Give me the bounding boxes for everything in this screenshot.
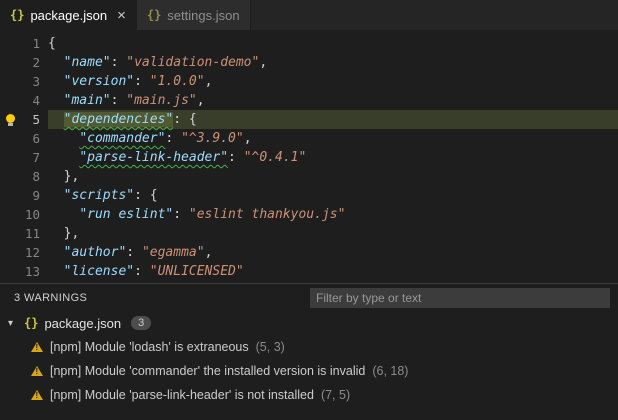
code-line[interactable]: 9 "scripts": { (0, 186, 618, 205)
warning-icon (31, 366, 43, 376)
code-line-text: "scripts": { (63, 188, 158, 203)
code-line-text: "commander": "^3.9.0", (79, 131, 252, 146)
tab-label: settings.json (167, 7, 240, 23)
code-line[interactable]: 8 }, (0, 167, 618, 186)
code-line[interactable]: 1{ (0, 34, 618, 53)
warning-icon (31, 342, 43, 352)
problems-filter-input[interactable] (310, 287, 610, 308)
line-number: 13 (24, 264, 40, 279)
warning-message: [npm] Module 'parse-link-header' is not … (50, 388, 314, 402)
warning-position: (5, 3) (255, 340, 285, 354)
problems-panel: 3 WARNINGS ▾ {} package.json 3 [npm] Mod… (0, 283, 618, 420)
tab-label: package.json (30, 7, 108, 23)
warning-item[interactable]: [npm] Module 'parse-link-header' is not … (0, 383, 618, 407)
code-line-text: }, (48, 169, 80, 184)
close-icon[interactable]: × (117, 8, 126, 23)
problems-panel-header: 3 WARNINGS (0, 284, 618, 311)
line-number: 8 (32, 169, 40, 184)
code-line-text: "version": "1.0.0", (63, 74, 213, 89)
tab-settings-json[interactable]: {} settings.json (136, 0, 251, 30)
line-number: 4 (32, 93, 40, 108)
line-number: 2 (32, 55, 40, 70)
code-line[interactable]: 6 "commander": "^3.9.0", (0, 129, 618, 148)
vscode-window: {} package.json × {} settings.json 1{2 "… (0, 0, 618, 420)
code-line-text: "parse-link-header": "^0.4.1" (79, 150, 307, 165)
json-file-icon: {} (146, 8, 162, 22)
code-line-text: "license": "UNLICENSED" (63, 264, 244, 279)
json-file-icon: {} (24, 316, 39, 330)
code-line[interactable]: 4 "main": "main.js", (0, 91, 618, 110)
line-number: 6 (32, 131, 40, 146)
code-line[interactable]: 5 "dependencies": { (0, 110, 618, 129)
code-line-text: }, (48, 226, 80, 241)
line-number: 11 (24, 226, 40, 241)
chevron-down-icon[interactable]: ▾ (8, 318, 18, 329)
code-line[interactable]: 2 "name": "validation-demo", (0, 53, 618, 72)
warning-list: [npm] Module 'lodash' is extraneous (5, 3… (0, 335, 618, 407)
warning-message: [npm] Module 'commander' the installed v… (50, 364, 366, 378)
lightbulb-icon[interactable] (6, 114, 15, 126)
code-line-text: "dependencies": { (48, 110, 618, 129)
code-line[interactable]: 11 }, (0, 224, 618, 243)
problems-file-group[interactable]: ▾ {} package.json 3 (0, 311, 618, 335)
code-line-text: "author": "egamma", (63, 245, 213, 260)
code-line[interactable]: 13 "license": "UNLICENSED" (0, 262, 618, 281)
problems-count-badge: 3 (131, 316, 152, 330)
line-number: 5 (0, 110, 48, 129)
code-line[interactable]: 3 "version": "1.0.0", (0, 72, 618, 91)
line-number: 7 (32, 150, 40, 165)
line-number: 12 (24, 245, 40, 260)
warning-icon (31, 390, 43, 400)
line-number: 10 (24, 207, 40, 222)
warning-message: [npm] Module 'lodash' is extraneous (50, 340, 249, 354)
code-line[interactable]: 7 "parse-link-header": "^0.4.1" (0, 148, 618, 167)
code-lines: 1{2 "name": "validation-demo", 3 "version… (0, 34, 618, 281)
warnings-count-label: 3 WARNINGS (14, 291, 88, 304)
tab-package-json[interactable]: {} package.json × (0, 0, 137, 30)
warning-position: (7, 5) (320, 388, 351, 402)
code-editor[interactable]: 1{2 "name": "validation-demo", 3 "version… (0, 30, 618, 283)
code-line-text: "main": "main.js", (63, 93, 205, 108)
line-number: 9 (32, 188, 40, 203)
code-line-text: "name": "validation-demo", (63, 55, 268, 70)
editor-tab-bar: {} package.json × {} settings.json (0, 0, 618, 30)
code-line[interactable]: 12 "author": "egamma", (0, 243, 618, 262)
warning-position: (6, 18) (372, 364, 409, 378)
json-file-icon: {} (10, 8, 25, 22)
code-line-text: "run eslint": "eslint thankyou.js" (79, 207, 346, 222)
line-number: 1 (32, 36, 40, 51)
warning-item[interactable]: [npm] Module 'commander' the installed v… (0, 359, 618, 383)
code-line-text: { (48, 36, 56, 51)
line-number: 3 (32, 74, 40, 89)
warning-item[interactable]: [npm] Module 'lodash' is extraneous (5, 3… (0, 335, 618, 359)
problems-file-name: package.json (44, 315, 122, 331)
code-line[interactable]: 10 "run eslint": "eslint thankyou.js" (0, 205, 618, 224)
